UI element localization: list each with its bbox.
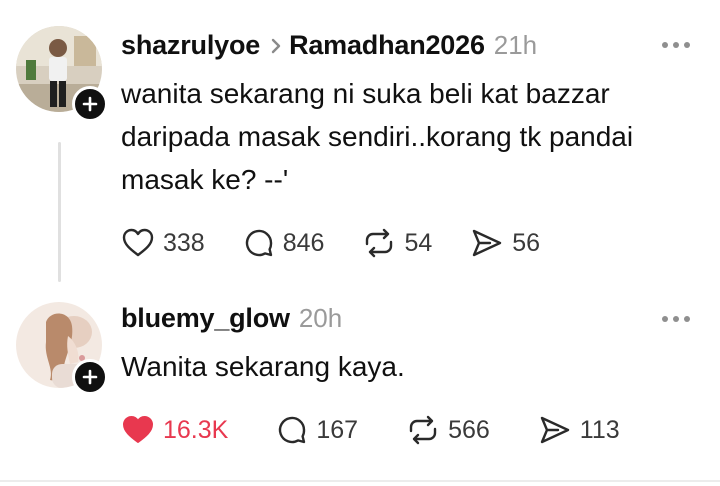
repost-icon [409, 415, 437, 445]
follow-button[interactable] [72, 86, 108, 122]
repost-icon [366, 228, 393, 258]
like-button[interactable]: 338 [121, 227, 205, 259]
topic-tag[interactable]: Ramadhan2026 [289, 30, 485, 61]
action-bar: 16.3K 167 566 113 [121, 414, 658, 446]
share-button[interactable]: 56 [470, 227, 540, 259]
comment-icon [279, 416, 306, 444]
comment-icon [245, 229, 272, 257]
more-icon[interactable] [662, 42, 690, 48]
like-button[interactable]: 16.3K [121, 414, 228, 446]
share-count: 56 [512, 228, 541, 257]
chevron-right-icon [270, 33, 282, 61]
comment-count: 846 [282, 228, 325, 257]
repost-count: 54 [404, 228, 433, 257]
plus-icon [82, 96, 98, 112]
repost-count: 566 [448, 415, 490, 444]
comment-count: 167 [316, 415, 359, 444]
post-text: wanita sekarang ni suka beli kat bazzar … [121, 78, 634, 195]
post-header: bluemy_glow 20h [121, 303, 342, 334]
heart-icon [123, 416, 153, 443]
timestamp: 21h [493, 30, 538, 60]
timestamp: 20h [298, 303, 343, 333]
comment-button[interactable]: 846 [243, 227, 325, 259]
action-bar: 338 846 54 56 [121, 227, 578, 259]
username[interactable]: shazrulyoe [121, 30, 260, 61]
repost-button[interactable]: 566 [406, 414, 490, 446]
heart-icon [122, 228, 154, 257]
post-header: shazrulyoe Ramadhan2026 21h [121, 30, 537, 61]
share-button[interactable]: 113 [538, 414, 620, 446]
like-count: 16.3K [163, 415, 229, 444]
divider [0, 480, 720, 482]
repost-button[interactable]: 54 [362, 227, 432, 259]
plus-icon [82, 369, 98, 385]
like-count: 338 [163, 228, 205, 257]
share-count: 113 [579, 415, 620, 444]
share-icon [540, 416, 569, 444]
username[interactable]: bluemy_glow [121, 303, 290, 334]
thread-line [58, 142, 61, 282]
share-icon [473, 229, 502, 257]
post-text: Wanita sekarang kaya. [121, 351, 405, 382]
more-icon[interactable] [662, 316, 690, 322]
comment-button[interactable]: 167 [276, 414, 358, 446]
follow-button[interactable] [72, 359, 108, 395]
